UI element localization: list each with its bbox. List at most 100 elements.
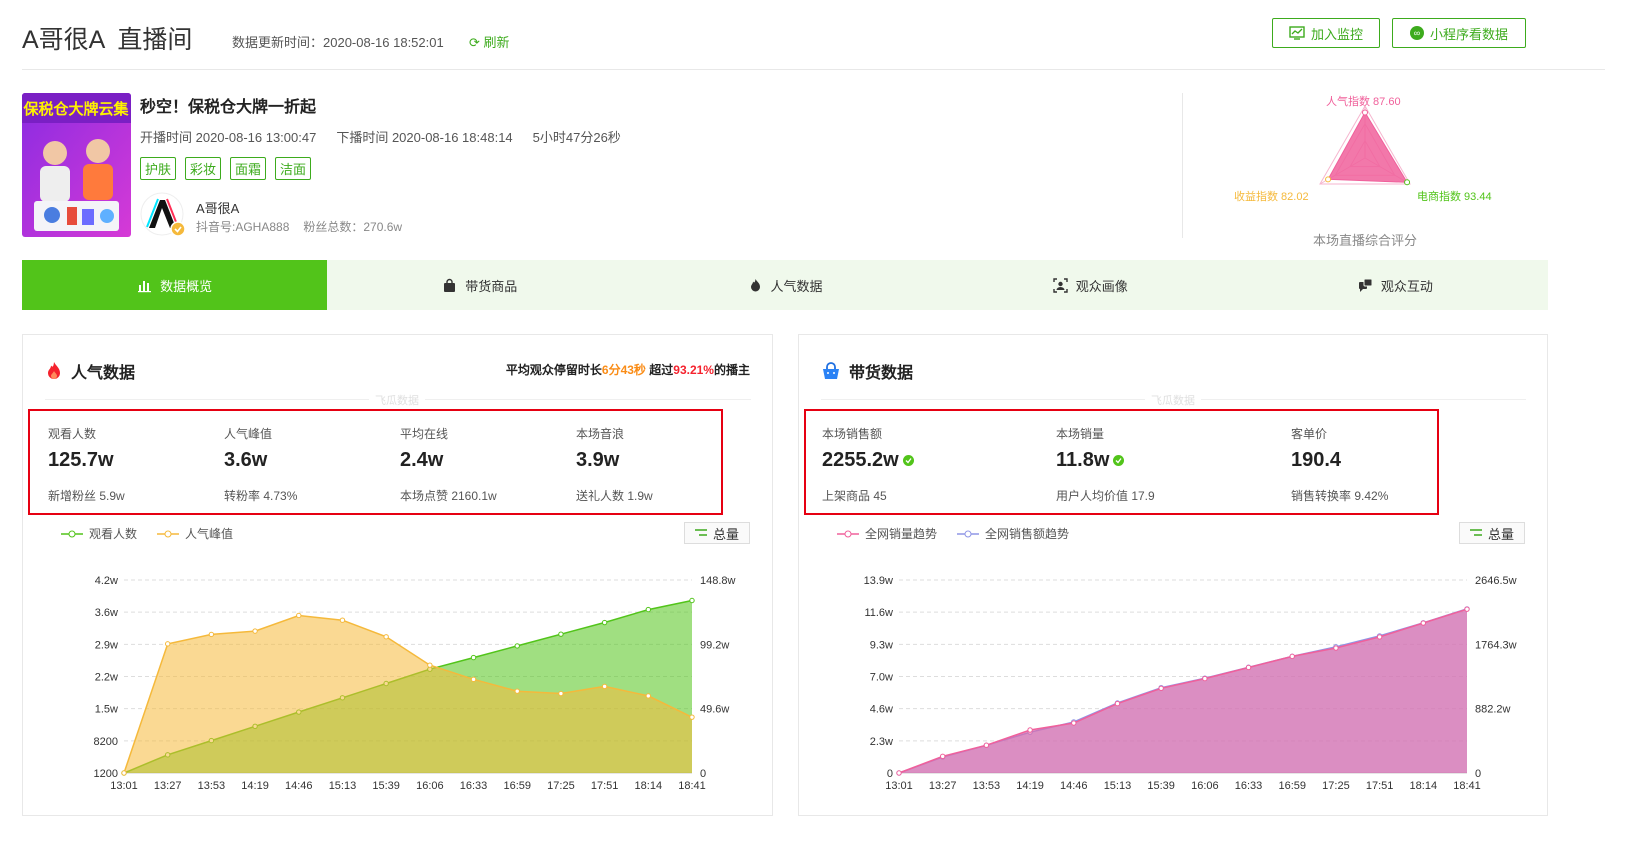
refresh-button[interactable]: ⟳ 刷新 <box>469 32 510 51</box>
tab-popularity[interactable]: 人气数据 <box>632 260 937 310</box>
x-tick-label: 16:33 <box>1235 780 1263 792</box>
update-time: 数据更新时间：2020-08-16 18:52:01 <box>232 35 444 50</box>
sales-chart: 0 2.3w 4.6w 7.0w 9.3w 11.6w 13.9w 0 882.2w 1764.3… <box>864 575 1517 792</box>
series-point <box>645 693 652 699</box>
tab-audience[interactable]: 观众画像 <box>938 260 1243 310</box>
y2-tick-label: 49.6w <box>700 704 729 716</box>
legend-line-icon <box>157 530 180 537</box>
y-tick-label: 2.3w <box>870 736 893 748</box>
avg-stay-summary: 平均观众停留时长6分43秒 超过93.21%的播主 <box>505 363 750 377</box>
x-tick-label: 18:41 <box>1453 780 1481 792</box>
series-point <box>470 654 477 661</box>
radar-point <box>1404 179 1411 186</box>
radar-caption: 本场直播综合评分 <box>1312 233 1417 248</box>
y2-tick-label: 882.2w <box>1475 704 1511 716</box>
x-tick-label: 14:19 <box>1016 780 1044 792</box>
series-point <box>645 606 652 613</box>
series-point <box>689 597 695 604</box>
popularity-index-label: 人气指数 87.60 <box>1326 96 1401 108</box>
series-point <box>1158 685 1164 692</box>
y2-tick-label: 0 <box>1475 768 1481 780</box>
series-point <box>939 753 946 760</box>
add-monitor-button[interactable]: 加入监控 <box>1272 18 1380 48</box>
legend-item-volume[interactable]: 全网销量趋势 <box>837 525 937 542</box>
x-tick-label: 14:46 <box>1060 780 1088 792</box>
x-tick-label: 15:39 <box>372 780 400 792</box>
sales-legend: 全网销量趋势 全网销售额趋势 <box>837 525 1069 542</box>
y-tick-label: 3.6w <box>95 607 118 619</box>
series-point <box>470 676 477 683</box>
radar-chart <box>1319 104 1411 186</box>
start-time: 开播时间 2020-08-16 13:00:47 <box>140 130 317 145</box>
radar-score-area <box>1327 111 1409 183</box>
live-cover-image[interactable]: 保税仓大牌云集 <box>22 93 131 237</box>
y-tick-label: 0 <box>887 768 893 780</box>
popularity-chart: 1200 8200 1.5w 2.2w 2.9w 3.6w 4.2w 0 49.6w 99.2w 1… <box>94 575 736 792</box>
series-point <box>208 631 215 638</box>
series-point <box>983 742 990 748</box>
y-tick-label: 4.6w <box>870 704 893 716</box>
anchor-avatar[interactable] <box>140 192 186 238</box>
tag-item[interactable]: 护肤 <box>140 157 177 180</box>
x-tick-label: 14:46 <box>285 780 313 792</box>
mini-program-icon: ∞ <box>1409 26 1424 40</box>
total-toggle-button[interactable]: 总量 <box>684 522 750 544</box>
popularity-title: 人气数据 <box>45 359 135 383</box>
verified-check-icon <box>1113 455 1125 466</box>
cover-text: 保税仓大牌云集 <box>22 100 129 118</box>
series-point <box>121 770 127 776</box>
y-tick-label: 2.2w <box>95 672 118 684</box>
legend-item-amount[interactable]: 全网销售额趋势 <box>957 525 1069 542</box>
series-point <box>427 662 433 668</box>
shopping-basket-icon <box>823 362 839 379</box>
x-tick-label: 13:27 <box>929 780 957 792</box>
series-point <box>689 714 695 720</box>
live-times: 开播时间 2020-08-16 13:00:47 下播时间 2020-08-16… <box>140 127 621 146</box>
chat-icon <box>1358 278 1373 292</box>
x-tick-label: 13:27 <box>154 780 182 792</box>
x-tick-label: 18:14 <box>635 780 663 792</box>
divider <box>1182 93 1183 238</box>
live-tags: 护肤 彩妆 面霜 洁面 <box>140 157 312 180</box>
series-point <box>558 690 564 697</box>
toggle-icon <box>1469 529 1482 536</box>
series-point <box>514 643 520 649</box>
popularity-panel: 人气数据 平均观众停留时长6分43秒 超过93.21%的播主 飞瓜数据 观看人数… <box>22 334 773 816</box>
y2-tick-label: 2646.5w <box>1475 575 1517 587</box>
series-point <box>1071 720 1077 726</box>
y-tick-label: 1.5w <box>95 704 118 716</box>
mini-program-button[interactable]: ∞ 小程序看数据 <box>1392 18 1526 48</box>
series-point <box>601 619 608 626</box>
series-point <box>1245 664 1252 671</box>
tag-item[interactable]: 彩妆 <box>185 157 222 180</box>
watermark: 飞瓜数据 <box>1145 392 1201 408</box>
tab-interaction[interactable]: 观众互动 <box>1243 260 1548 310</box>
page-title: A哥很A 直播间 <box>22 26 193 54</box>
score-radar: 人气指数 87.60 收益指数 82.02 电商指数 93.44 本场直播综合评… <box>1215 88 1525 248</box>
ecommerce-index-label: 电商指数 93.44 <box>1417 191 1492 203</box>
x-tick-label: 14:19 <box>241 780 269 792</box>
series-point <box>1289 653 1295 660</box>
y-tick-label: 8200 <box>94 736 118 748</box>
x-tick-label: 16:06 <box>416 780 444 792</box>
legend-item-viewers[interactable]: 观看人数 <box>61 525 137 542</box>
series-point <box>1420 620 1427 626</box>
tag-item[interactable]: 面霜 <box>230 157 267 180</box>
tab-overview[interactable]: 数据概览 <box>22 260 328 310</box>
total-toggle-button[interactable]: 总量 <box>1459 522 1525 544</box>
sales-panel: 带货数据 飞瓜数据 本场销售额 2255.2w 上架商品 45 本场销量 11.… <box>798 334 1548 816</box>
face-scan-icon <box>1053 277 1068 293</box>
series-point <box>1333 645 1339 651</box>
tab-products[interactable]: 带货商品 <box>327 260 632 310</box>
x-tick-label: 15:39 <box>1147 780 1175 792</box>
y2-tick-label: 1764.3w <box>1475 639 1517 651</box>
tag-item[interactable]: 洁面 <box>275 157 312 180</box>
anchor-name[interactable]: A哥很A <box>196 198 239 217</box>
legend-item-peak[interactable]: 人气峰值 <box>157 525 233 542</box>
y-tick-label: 2.9w <box>95 639 118 651</box>
series-point <box>1202 675 1208 682</box>
legend-line-icon <box>61 530 83 537</box>
x-tick-label: 16:33 <box>460 780 488 792</box>
verified-badge-icon <box>170 221 186 237</box>
radar-point <box>1325 176 1332 183</box>
